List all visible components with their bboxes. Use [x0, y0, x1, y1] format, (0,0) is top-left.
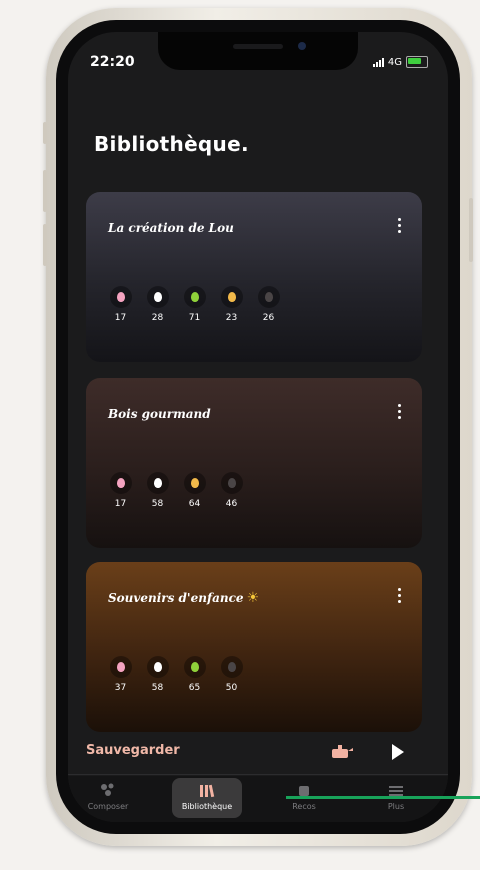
wood-dark-icon: [257, 286, 280, 308]
flower-pink-icon: [109, 286, 132, 308]
tab-bibliotheque[interactable]: Bibliothèque: [167, 776, 247, 820]
perfume-card[interactable]: La création de Lou 17 28 71 23 26: [86, 192, 422, 362]
note-item: 58: [143, 656, 172, 693]
note-item: 46: [217, 472, 246, 509]
wood-dark-icon: [220, 656, 243, 678]
note-item: 17: [106, 286, 135, 323]
mute-switch: [43, 122, 47, 144]
flower-white-icon: [146, 472, 169, 494]
perfume-card[interactable]: Souvenirs d'enfance ☀ 37 58 65 50: [86, 562, 422, 732]
more-options-icon[interactable]: [394, 588, 404, 604]
perfume-card[interactable]: Bois gourmand 17 58 64 46: [86, 378, 422, 548]
note-item: 64: [180, 472, 209, 509]
network-type: 4G: [387, 56, 402, 68]
card-title: La création de Lou: [108, 221, 234, 235]
notes-row: 17 28 71 23 26: [106, 286, 283, 323]
note-item: 17: [106, 472, 135, 509]
volume-down-button: [43, 224, 47, 266]
save-button[interactable]: Sauvegarder: [86, 743, 180, 758]
card-title: Souvenirs d'enfance ☀: [108, 590, 260, 606]
speaker: [233, 44, 283, 49]
divider: [68, 774, 448, 775]
note-item: 37: [106, 656, 135, 693]
flower-pink-icon: [109, 656, 132, 678]
note-item: 50: [217, 656, 246, 693]
card-title: Bois gourmand: [108, 407, 211, 421]
flower-white-icon: [146, 656, 169, 678]
tab-composer[interactable]: Composer: [68, 776, 148, 820]
note-item: 65: [180, 656, 209, 693]
more-options-icon[interactable]: [394, 404, 404, 420]
page-title: Bibliothèque.: [94, 132, 249, 156]
citrus-yellow-icon: [220, 286, 243, 308]
composer-icon: [99, 782, 117, 798]
volume-up-button: [43, 170, 47, 212]
status-time: 22:20: [90, 54, 135, 70]
note-item: 28: [143, 286, 172, 323]
flower-white-icon: [146, 286, 169, 308]
battery-icon: [406, 56, 428, 68]
note-item: 23: [217, 286, 246, 323]
notes-row: 17 58 64 46: [106, 472, 246, 509]
diffuser-icon[interactable]: [330, 743, 354, 759]
notes-row: 37 58 65 50: [106, 656, 246, 693]
library-icon: [199, 782, 215, 798]
app-screen: 22:20 4G Bibliothèque. La création de Lo…: [68, 32, 448, 822]
sun-icon: ☀: [246, 590, 260, 606]
front-camera: [298, 42, 306, 50]
note-item: 58: [143, 472, 172, 509]
leaf-green-icon: [183, 656, 206, 678]
wood-dark-icon: [220, 472, 243, 494]
save-bar: Sauvegarder: [68, 737, 448, 767]
power-button: [469, 198, 473, 262]
flower-pink-icon: [109, 472, 132, 494]
callout-pointer-line: [286, 796, 480, 799]
citrus-yellow-icon: [183, 472, 206, 494]
status-indicators: 4G: [372, 56, 428, 68]
signal-icon: [372, 57, 384, 67]
play-icon[interactable]: [392, 744, 404, 760]
note-item: 71: [180, 286, 209, 323]
note-item: 26: [254, 286, 283, 323]
leaf-green-icon: [183, 286, 206, 308]
more-options-icon[interactable]: [394, 218, 404, 234]
notch: [158, 32, 358, 70]
